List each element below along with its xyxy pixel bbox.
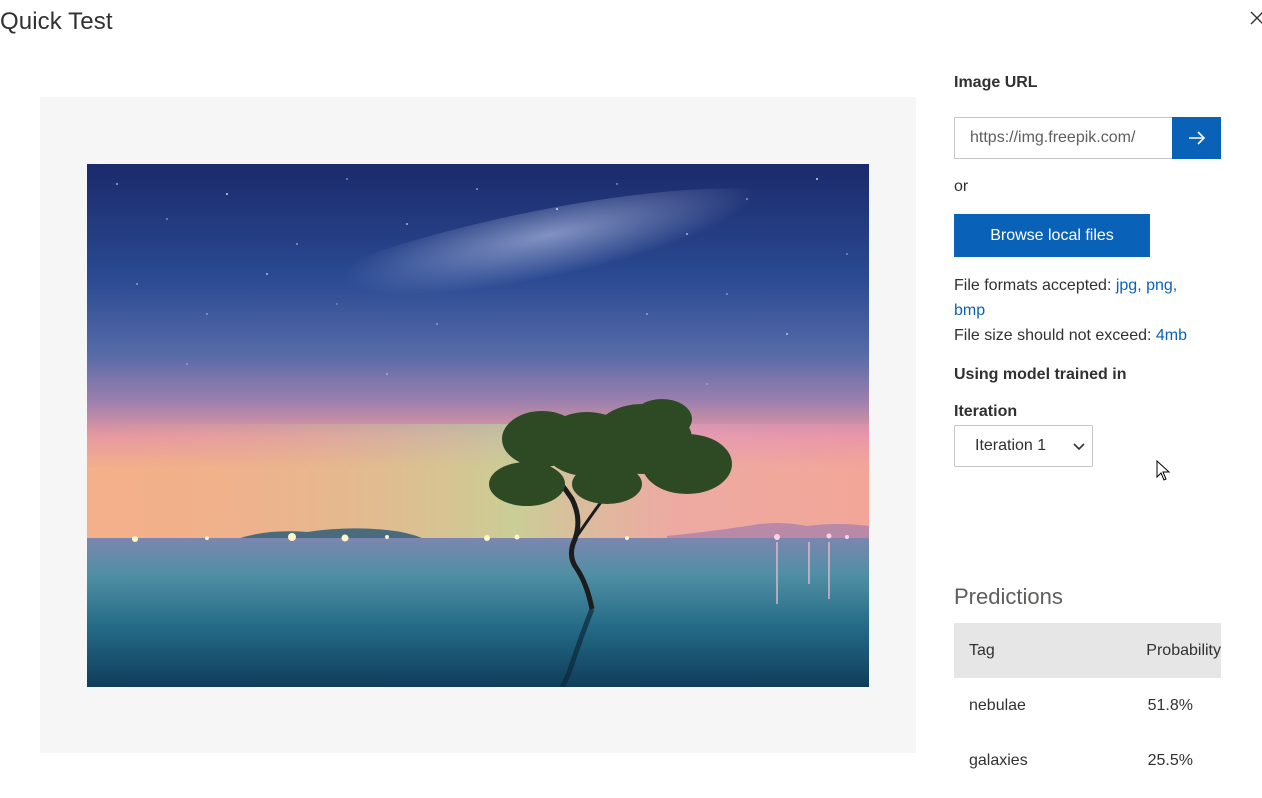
predictions-title: Predictions <box>954 584 1063 609</box>
predictions-header-row: Tag Probability <box>954 623 1221 678</box>
prediction-probability: 51.8% <box>1147 696 1193 714</box>
dialog-title: Quick Test <box>0 8 113 35</box>
file-formats-info: File formats accepted: jpg, png, bmp <box>954 273 1214 323</box>
browse-local-files-button[interactable]: Browse local files <box>954 214 1150 257</box>
close-button[interactable] <box>1244 6 1262 30</box>
submit-url-button[interactable] <box>1172 117 1221 159</box>
column-header-probability: Probability <box>1146 641 1221 659</box>
file-formats-label: File formats accepted: <box>954 277 1116 294</box>
file-formats-list: jpg, png, <box>1115 277 1178 294</box>
iteration-label: Iteration <box>954 403 1018 420</box>
or-separator: or <box>954 178 969 195</box>
column-header-tag: Tag <box>969 641 995 659</box>
iteration-select[interactable]: Iteration 1 <box>954 425 1093 467</box>
file-formats-list-cont: bmp <box>954 302 986 319</box>
mouse-cursor-icon <box>1156 460 1171 481</box>
table-row: nebulae 51.8% <box>954 678 1221 733</box>
predictions-table: Tag Probability nebulae 51.8% galaxies 2… <box>954 623 1221 788</box>
file-size-info: File size should not exceed: 4mb <box>954 323 1187 348</box>
chevron-down-icon <box>1073 443 1085 451</box>
image-url-input[interactable] <box>954 117 1173 159</box>
iteration-select-value: Iteration 1 <box>975 437 1047 454</box>
model-heading: Using model trained in <box>954 366 1127 383</box>
arrow-right-icon <box>1188 131 1205 145</box>
file-size-label: File size should not exceed: <box>954 327 1156 344</box>
prediction-tag: galaxies <box>969 751 1028 769</box>
image-url-row <box>954 117 1221 159</box>
prediction-tag: nebulae <box>969 696 1026 714</box>
table-row: galaxies 25.5% <box>954 733 1221 788</box>
image-preview-area <box>40 97 916 753</box>
preview-image <box>87 164 869 687</box>
image-url-label: Image URL <box>954 74 1038 91</box>
prediction-probability: 25.5% <box>1147 751 1193 769</box>
close-icon <box>1250 11 1262 25</box>
file-size-limit: 4mb <box>1155 327 1188 344</box>
